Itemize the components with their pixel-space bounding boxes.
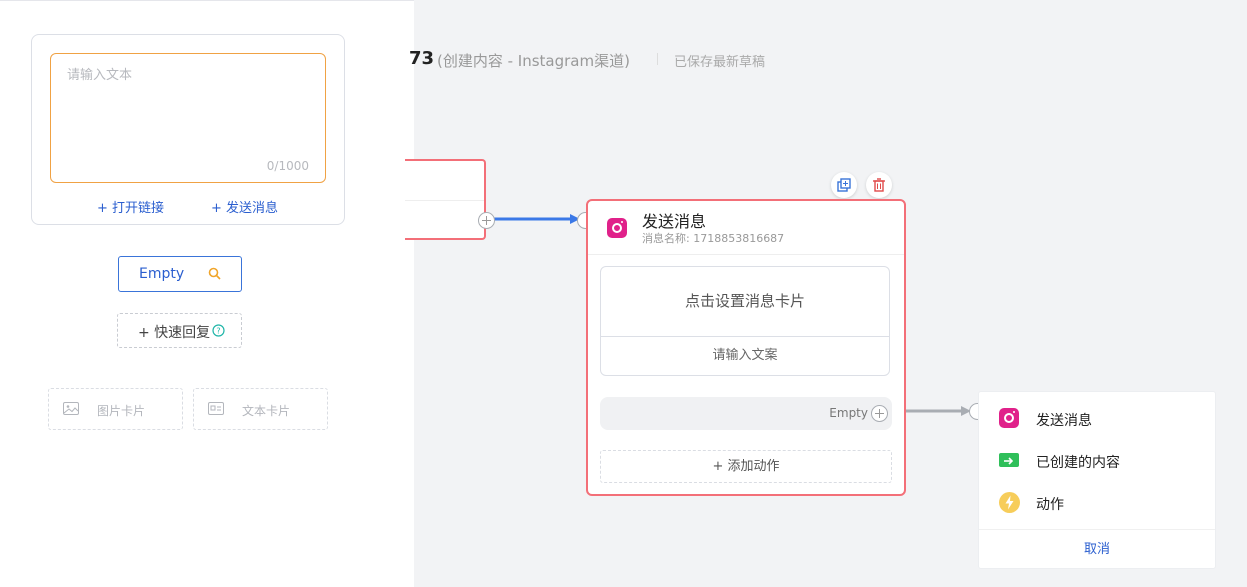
copy-node-button[interactable] xyxy=(831,172,857,198)
set-message-card-button[interactable]: 点击设置消息卡片 xyxy=(601,267,889,336)
node-subtitle: 消息名称: 1718853816687 xyxy=(642,232,785,245)
copy-icon xyxy=(837,178,851,192)
menu-item-label: 已创建的内容 xyxy=(1036,455,1120,471)
menu-item-label: 发送消息 xyxy=(1036,413,1092,429)
next-step-menu: 发送消息 已创建的内容 动作 取消 xyxy=(978,391,1216,569)
menu-item-label: 动作 xyxy=(1036,497,1064,513)
instagram-icon xyxy=(999,408,1019,428)
copy-text-input[interactable]: 请输入文案 xyxy=(601,337,889,375)
instagram-icon xyxy=(607,218,627,238)
empty-row-out-port[interactable] xyxy=(871,405,888,422)
trash-icon xyxy=(873,178,885,192)
node-title: 发送消息 xyxy=(642,212,707,231)
previous-node[interactable] xyxy=(405,159,486,240)
send-message-node[interactable]: 发送消息 消息名称: 1718853816687 点击设置消息卡片 请输入文案 … xyxy=(586,199,906,496)
menu-item-action[interactable]: 动作 xyxy=(979,485,1215,521)
lightning-icon xyxy=(999,492,1020,513)
empty-row-label: Empty xyxy=(829,406,868,420)
empty-button-row[interactable]: Empty xyxy=(600,397,892,430)
menu-item-send-message[interactable]: 发送消息 xyxy=(979,401,1215,437)
previous-node-out-port[interactable] xyxy=(478,212,495,229)
cancel-button[interactable]: 取消 xyxy=(979,530,1215,570)
add-action-button[interactable]: + 添加动作 xyxy=(600,450,892,483)
previous-node-divider xyxy=(405,200,484,201)
delete-node-button[interactable] xyxy=(866,172,892,198)
arrow-right-box-icon xyxy=(999,453,1019,467)
menu-item-created-content[interactable]: 已创建的内容 xyxy=(979,443,1215,479)
message-card: 点击设置消息卡片 请输入文案 xyxy=(600,266,890,376)
node-header-divider xyxy=(588,254,904,255)
